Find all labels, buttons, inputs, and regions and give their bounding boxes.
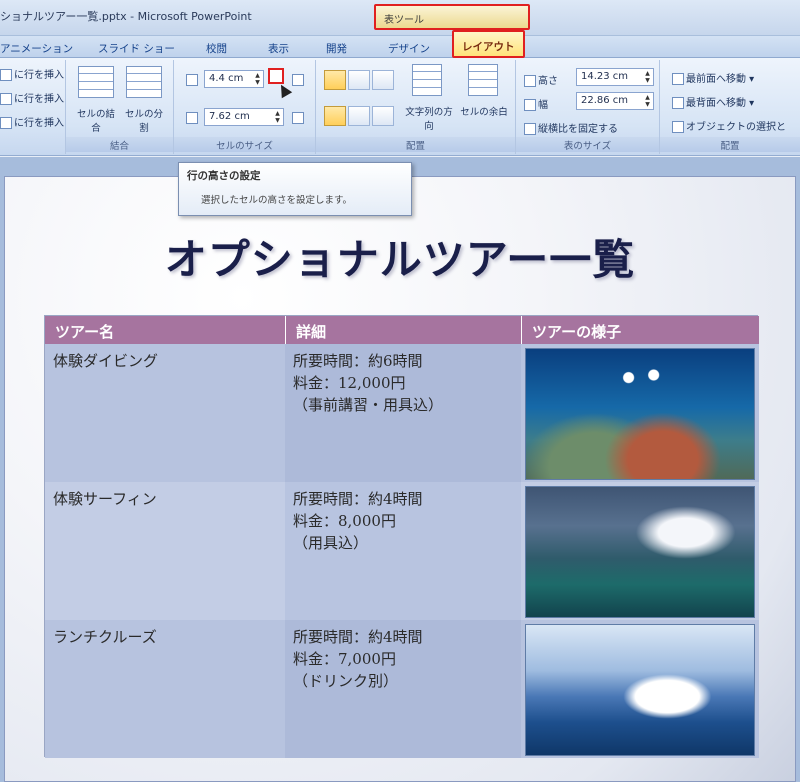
cell-margins-icon[interactable] <box>468 64 498 96</box>
spin-arrows-icon[interactable]: ▲ ▼ <box>643 70 652 84</box>
table-height-input[interactable]: 14.23 cm ▲ ▼ <box>576 68 654 86</box>
tab-layout[interactable]: レイアウト <box>452 30 525 58</box>
row-height-highlight-button[interactable] <box>268 68 284 84</box>
align-middle-icon[interactable] <box>348 106 370 126</box>
details-cell[interactable]: 所要時間：約6時間 料金：12,000円 （事前講習・用具込） <box>285 344 521 482</box>
insert-row-button-1[interactable]: に行を挿入 <box>0 66 64 81</box>
tooltip-title: 行の高さの設定 <box>187 170 261 182</box>
align-left-icon[interactable] <box>324 70 346 90</box>
table-row[interactable]: 体験ダイビング 所要時間：約6時間 料金：12,000円 （事前講習・用具込） <box>45 344 759 482</box>
tour-name-cell[interactable]: ランチクルーズ <box>45 620 285 758</box>
title-bar: ショナルツアー一覧.pptx - Microsoft PowerPoint 表ツ… <box>0 0 800 36</box>
merge-group-label: 結合 <box>66 137 173 152</box>
send-to-back-button[interactable]: 最背面へ移動 ▾ <box>672 94 754 109</box>
tab-review[interactable]: 校閲 <box>206 39 227 57</box>
insert-row-icon <box>0 93 12 105</box>
table-height-icon <box>524 75 536 87</box>
rows-columns-group: に行を挿入 に行を挿入 に行を挿入 <box>0 60 66 154</box>
table-header-row[interactable]: ツアー名 詳細 ツアーの様子 <box>45 316 759 344</box>
align-right-icon[interactable] <box>372 70 394 90</box>
tour-table[interactable]: ツアー名 詳細 ツアーの様子 体験ダイビング 所要時間：約6時間 料金：12,0… <box>44 315 759 758</box>
arrange-group-label: 配置 <box>660 137 800 152</box>
text-direction-button[interactable]: 文字列の方向 <box>402 104 456 132</box>
merge-cells-button[interactable]: セルの結合 <box>76 106 116 134</box>
details-cell[interactable]: 所要時間：約4時間 料金：8,000円 （用具込） <box>285 482 521 620</box>
bring-front-icon <box>672 73 684 85</box>
split-cells-icon[interactable] <box>126 66 162 98</box>
selection-pane-button[interactable]: オブジェクトの選択と <box>672 118 786 133</box>
diving-photo <box>525 348 755 480</box>
table-size-group: 高さ 14.23 cm ▲ ▼ 幅 22.86 cm ▲ ▼ 縦横比を固定する 表の… <box>516 60 660 154</box>
column-width-input[interactable]: 7.62 cm ▲ ▼ <box>204 108 284 126</box>
ribbon-tabs: アニメーション スライド ショー 校閲 表示 開発 デザイン <box>0 36 800 58</box>
spin-arrows-icon[interactable]: ▲ ▼ <box>273 110 282 124</box>
tab-slideshow[interactable]: スライド ショー <box>98 39 175 57</box>
photo-cell[interactable] <box>521 482 759 620</box>
merge-group: セルの結合 セルの分割 結合 <box>66 60 174 154</box>
distribute-columns-icon[interactable] <box>292 112 304 124</box>
selection-pane-icon <box>672 121 684 133</box>
spin-arrows-icon[interactable]: ▲ ▼ <box>253 72 262 86</box>
checkbox-icon <box>524 123 536 135</box>
table-width-label: 幅 <box>524 96 548 111</box>
tab-developer[interactable]: 開発 <box>326 39 347 57</box>
window-title: ショナルツアー一覧.pptx - Microsoft PowerPoint <box>0 10 252 23</box>
tab-design[interactable]: デザイン <box>388 39 430 57</box>
align-bottom-icon[interactable] <box>372 106 394 126</box>
lock-aspect-checkbox[interactable]: 縦横比を固定する <box>524 120 618 135</box>
merge-cells-icon[interactable] <box>78 66 114 98</box>
cell-margins-button[interactable]: セルの余白 <box>460 104 508 118</box>
header-details[interactable]: 詳細 <box>285 316 521 344</box>
cruise-photo <box>525 624 755 756</box>
header-tour-name[interactable]: ツアー名 <box>45 316 285 344</box>
distribute-rows-icon[interactable] <box>292 74 304 86</box>
slide-title[interactable]: オプショナルツアー一覧 <box>0 226 800 287</box>
send-back-icon <box>672 97 684 109</box>
align-center-icon[interactable] <box>348 70 370 90</box>
tab-animations[interactable]: アニメーション <box>0 39 73 57</box>
tour-name-cell[interactable]: 体験ダイビング <box>45 344 285 482</box>
bring-to-front-button[interactable]: 最前面へ移動 ▾ <box>672 70 754 85</box>
table-height-label: 高さ <box>524 72 558 87</box>
table-size-group-label: 表のサイズ <box>516 137 659 152</box>
cell-size-group: 4.4 cm ▲ ▼ 7.62 cm ▲ ▼ セルのサイズ <box>174 60 316 154</box>
column-width-icon <box>186 112 198 124</box>
alignment-group-label: 配置 <box>316 137 515 152</box>
table-row[interactable]: ランチクルーズ 所要時間：約4時間 料金：7,000円 （ドリンク別） <box>45 620 759 758</box>
align-top-icon[interactable] <box>324 106 346 126</box>
tour-name-cell[interactable]: 体験サーフィン <box>45 482 285 620</box>
cell-size-group-label: セルのサイズ <box>174 137 315 152</box>
alignment-group: 文字列の方向 セルの余白 配置 <box>316 60 516 154</box>
spin-arrows-icon[interactable]: ▲ ▼ <box>643 94 652 108</box>
ribbon: に行を挿入 に行を挿入 に行を挿入 セルの結合 セルの分割 結合 4.4 cm … <box>0 58 800 156</box>
insert-row-button-3[interactable]: に行を挿入 <box>0 114 64 129</box>
row-height-tooltip: 行の高さの設定 選択したセルの高さを設定します。 <box>178 162 412 216</box>
tooltip-body: 選択したセルの高さを設定します。 <box>201 195 353 206</box>
arrange-group: 最前面へ移動 ▾ 最背面へ移動 ▾ オブジェクトの選択と 配置 <box>660 60 800 154</box>
row-height-icon <box>186 74 198 86</box>
table-width-input[interactable]: 22.86 cm ▲ ▼ <box>576 92 654 110</box>
details-cell[interactable]: 所要時間：約4時間 料金：7,000円 （ドリンク別） <box>285 620 521 758</box>
photo-cell[interactable] <box>521 620 759 758</box>
tab-view[interactable]: 表示 <box>268 39 289 57</box>
header-photo[interactable]: ツアーの様子 <box>521 316 759 344</box>
photo-cell[interactable] <box>521 344 759 482</box>
insert-row-icon <box>0 117 12 129</box>
context-tab-group-label: 表ツール <box>374 4 530 30</box>
table-width-icon <box>524 99 536 111</box>
split-cells-button[interactable]: セルの分割 <box>124 106 164 134</box>
text-direction-icon[interactable] <box>412 64 442 96</box>
surfing-photo <box>525 486 755 618</box>
row-height-input[interactable]: 4.4 cm ▲ ▼ <box>204 70 264 88</box>
insert-row-button-2[interactable]: に行を挿入 <box>0 90 64 105</box>
insert-row-icon <box>0 69 12 81</box>
table-row[interactable]: 体験サーフィン 所要時間：約4時間 料金：8,000円 （用具込） <box>45 482 759 620</box>
